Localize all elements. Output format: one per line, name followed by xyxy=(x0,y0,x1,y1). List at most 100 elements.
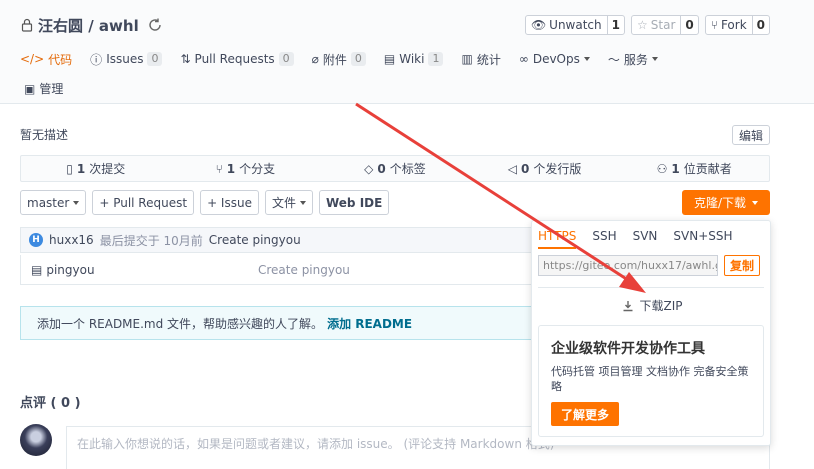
tab-label: 附件 xyxy=(322,52,347,67)
download-zip-button[interactable]: 下载ZIP xyxy=(532,297,772,314)
repo-title-row: 汪右圆 / awhl xyxy=(20,14,163,36)
settings-doc-icon: ▣ xyxy=(24,81,36,96)
download-icon xyxy=(623,300,632,311)
book-icon: ▤ xyxy=(383,52,396,66)
star-count[interactable]: 0 xyxy=(680,16,697,34)
sync-icon[interactable] xyxy=(147,17,163,33)
divider xyxy=(538,287,764,288)
chevron-down-icon xyxy=(73,200,80,205)
branch-label: master xyxy=(27,195,70,210)
watch-label: Unwatch xyxy=(549,18,602,32)
enterprise-ad: 企业级软件开发协作工具 代码托管 项目管理 文档协作 完备安全策略 了解更多 xyxy=(538,325,764,437)
new-issue-button[interactable]: + Issue xyxy=(200,190,259,215)
code-icon: </> xyxy=(20,52,45,66)
file-icon: ▤ xyxy=(31,262,43,277)
star-label: Star xyxy=(650,18,676,32)
infinity-icon: ∞ xyxy=(518,52,529,66)
watch-button[interactable]: 👁 Unwatch 1 xyxy=(524,15,625,35)
clone-download-button[interactable]: 克隆/下载 xyxy=(682,190,770,215)
tab-svn[interactable]: SVN xyxy=(633,229,658,249)
repo-toolbar: master + Pull Request + Issue 文件 Web IDE xyxy=(20,190,390,215)
tab-label: Pull Requests xyxy=(194,52,275,66)
repo-title[interactable]: 汪右圆 / awhl xyxy=(38,15,139,36)
repo-description: 暂无描述 xyxy=(20,128,69,142)
lock-icon xyxy=(21,18,33,32)
clone-protocol-tabs: HTTPS SSH SVN SVN+SSH xyxy=(538,229,733,249)
repo-tabs: </> 代码 ⓘ Issues 0 ⇅ Pull Requests 0 ⌀ 附件 0 ▤ Wik… xyxy=(20,48,676,70)
stat-branches[interactable]: ⑂ 1 个分支 xyxy=(171,156,321,181)
tab-code[interactable]: </> 代码 xyxy=(20,48,72,70)
commit-meta: 最后提交于 10月前 xyxy=(99,233,203,248)
tag-icon: ◇ xyxy=(364,161,374,176)
eye-icon: 👁 xyxy=(530,18,547,32)
tab-label: 统计 xyxy=(476,52,501,67)
stat-count: 0 xyxy=(377,161,386,176)
pulse-icon: 〜 xyxy=(607,52,620,67)
tab-attachments[interactable]: ⌀ 附件 0 xyxy=(312,48,366,70)
issue-icon: ⓘ xyxy=(90,52,103,67)
add-readme-link[interactable]: 添加 README xyxy=(327,315,412,332)
star-button[interactable]: ☆ Star 0 xyxy=(631,15,699,35)
tab-pull-requests[interactable]: ⇅ Pull Requests 0 xyxy=(180,48,294,70)
tab-manage[interactable]: ▣ 管理 xyxy=(24,80,63,97)
tab-services[interactable]: 〜服务 xyxy=(608,48,658,70)
chart-icon: ▥ xyxy=(461,52,473,66)
clone-url-row: https://gitee.com/huxx17/awhl.git 复制 xyxy=(538,255,760,276)
commit-user[interactable]: huxx16 xyxy=(49,233,94,247)
fork-button[interactable]: ⑂ Fork 0 xyxy=(704,15,770,35)
commit-icon: ▯ xyxy=(66,161,73,176)
ad-description: 代码托管 项目管理 文档协作 完备安全策略 xyxy=(551,365,749,393)
stat-commits[interactable]: ▯ 1 次提交 xyxy=(21,156,171,181)
branch-select[interactable]: master xyxy=(20,190,87,215)
stat-count: 0 xyxy=(521,161,530,176)
edit-button[interactable]: 编辑 xyxy=(732,125,770,145)
tab-svn-ssh[interactable]: SVN+SSH xyxy=(673,229,732,249)
new-pull-request-button[interactable]: + Pull Request xyxy=(92,190,195,215)
chevron-down-icon xyxy=(299,200,306,205)
stat-count: 1 xyxy=(226,161,236,176)
tab-badge: 0 xyxy=(278,52,294,66)
fork-count[interactable]: 0 xyxy=(751,16,769,34)
stat-count: 1 xyxy=(671,161,680,176)
file-commit-message[interactable]: Create pingyou xyxy=(258,263,350,277)
watch-count[interactable]: 1 xyxy=(606,16,624,34)
file-link[interactable]: ▤ pingyou xyxy=(21,263,258,277)
repo-header: 汪右圆 / awhl 👁 Unwatch 1 ☆ Star 0 ⑂ Fork 0 </… xyxy=(0,0,814,104)
review-title: 点评 ( 0 ) xyxy=(20,396,81,411)
file-name: pingyou xyxy=(46,262,95,277)
chevron-down-icon xyxy=(583,57,590,61)
avatar[interactable]: H xyxy=(29,233,43,247)
ad-title: 企业级软件开发协作工具 xyxy=(551,341,705,357)
tab-devops[interactable]: ∞ DevOps xyxy=(519,48,590,70)
stat-label: 位贡献者 xyxy=(683,162,732,176)
stat-label: 次提交 xyxy=(89,162,126,176)
clone-dropdown: HTTPS SSH SVN SVN+SSH https://gitee.com/… xyxy=(531,220,771,446)
tab-stats[interactable]: ▥ 统计 xyxy=(461,48,500,70)
file-menu-label: 文件 xyxy=(271,196,296,210)
stat-contributors[interactable]: ⚇ 1 位贡献者 xyxy=(619,156,769,181)
file-menu-button[interactable]: 文件 xyxy=(264,190,313,215)
readme-tip-text: 添加一个 README.md 文件，帮助感兴趣的人了解。 xyxy=(37,316,324,331)
tab-https[interactable]: HTTPS xyxy=(538,229,577,249)
tab-issues[interactable]: ⓘ Issues 0 xyxy=(90,48,163,70)
tab-ssh[interactable]: SSH xyxy=(592,229,616,249)
tab-badge: 0 xyxy=(350,52,366,66)
clone-url-field[interactable]: https://gitee.com/huxx17/awhl.git xyxy=(538,255,718,276)
copy-button[interactable]: 复制 xyxy=(724,255,760,276)
release-icon: ◁ xyxy=(507,161,517,176)
learn-more-button[interactable]: 了解更多 xyxy=(551,402,619,426)
last-commit-bar: H huxx16 最后提交于 10月前 Create pingyou xyxy=(20,227,532,253)
commit-message[interactable]: Create pingyou xyxy=(209,233,301,247)
stat-tags[interactable]: ◇ 0 个标签 xyxy=(320,156,470,181)
stat-releases[interactable]: ◁ 0 个发行版 xyxy=(470,156,620,181)
clone-label: 克隆/下载 xyxy=(693,196,747,210)
paperclip-icon: ⌀ xyxy=(311,52,319,66)
tab-label: DevOps xyxy=(532,52,580,66)
web-ide-button[interactable]: Web IDE xyxy=(318,190,390,215)
repo-stats: ▯ 1 次提交 ⑂ 1 个分支 ◇ 0 个标签 ◁ 0 个发行版 ⚇ 1 位贡献者 xyxy=(20,155,770,182)
repo-actions: 👁 Unwatch 1 ☆ Star 0 ⑂ Fork 0 xyxy=(524,15,770,35)
tab-label: Wiki xyxy=(399,52,425,66)
file-row: ▤ pingyou Create pingyou xyxy=(20,255,532,285)
tab-wiki[interactable]: ▤ Wiki 1 xyxy=(384,48,444,70)
stat-label: 个分支 xyxy=(239,162,276,176)
